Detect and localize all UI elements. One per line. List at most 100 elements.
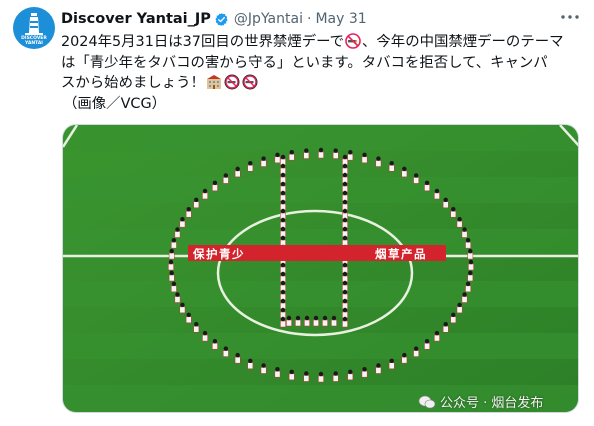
student-figure <box>342 190 348 196</box>
student-figure <box>286 319 292 327</box>
student-figure <box>468 263 474 271</box>
student-figure <box>280 172 286 178</box>
student-figure <box>235 352 240 358</box>
student-figure <box>465 281 471 287</box>
student-figure <box>280 226 286 232</box>
no-smoking-emoji-icon <box>345 33 361 49</box>
student-figure <box>342 208 348 214</box>
student-figure <box>451 207 456 212</box>
student-figure <box>261 363 266 368</box>
student-figure <box>193 201 200 209</box>
student-figure <box>280 154 286 160</box>
watermark: 公众号 · 烟台发布 <box>418 392 543 411</box>
author-avatar[interactable]: DISCOVER YANTAI <box>13 7 55 49</box>
student-figure <box>322 319 328 327</box>
student-figure <box>424 184 430 192</box>
tweet-line-3-text: スから始めましょう！ <box>61 75 205 91</box>
student-figure <box>212 184 218 192</box>
student-figure <box>304 315 310 321</box>
student-figure <box>223 173 229 178</box>
tweet-line-1-cont: 、今年の中国禁煙デーのテーマ <box>362 34 564 50</box>
student-figure <box>186 312 191 317</box>
banner-text-right: 烟草产品 <box>375 247 427 261</box>
football-field-photo <box>63 125 578 412</box>
student-figure <box>424 342 430 350</box>
student-figure <box>280 181 286 187</box>
student-figure <box>168 274 175 282</box>
student-figure <box>332 152 339 159</box>
student-figure <box>375 367 382 374</box>
student-figure <box>171 285 177 293</box>
student-figure <box>202 192 208 200</box>
student-figure <box>342 271 348 277</box>
student-figure <box>280 271 286 277</box>
student-figure <box>465 241 471 249</box>
student-figure <box>193 325 200 333</box>
student-figure <box>342 316 348 322</box>
student-figure <box>288 373 295 381</box>
author-handle[interactable]: @JpYantai <box>234 11 303 27</box>
student-figure <box>468 259 474 265</box>
student-figure <box>451 312 456 317</box>
student-figure <box>202 334 208 342</box>
student-figure <box>303 375 310 382</box>
student-figure <box>202 188 208 194</box>
student-figure <box>168 263 174 271</box>
student-figure <box>443 197 448 202</box>
tweet-line-1: 2024年5月31日は37回目の世界禁煙デーで 、今年の中国禁煙デーのテーマ <box>61 32 581 53</box>
student-figure <box>171 237 177 243</box>
student-figure <box>247 362 254 370</box>
student-figure <box>450 210 457 218</box>
student-figure <box>171 241 177 249</box>
student-figure <box>389 358 394 363</box>
student-figure <box>186 207 191 212</box>
student-figure <box>223 346 229 351</box>
tweet-photo[interactable]: 保护青少 烟草产品 <box>62 124 579 413</box>
student-figure <box>442 201 449 209</box>
student-figure <box>212 342 218 350</box>
student-figure <box>212 180 218 186</box>
author-display-name[interactable]: Discover Yantai_JP <box>61 11 211 27</box>
student-figure <box>280 190 286 196</box>
student-figure <box>342 262 348 268</box>
student-figure <box>212 338 218 344</box>
student-figure <box>280 217 286 223</box>
student-figure <box>313 315 319 321</box>
student-figure <box>280 262 286 268</box>
student-figure <box>434 334 440 342</box>
student-figure <box>286 315 292 321</box>
student-figure <box>235 166 240 172</box>
verified-badge-icon <box>215 12 228 26</box>
student-figure <box>288 153 295 161</box>
student-figure <box>442 325 449 333</box>
student-figure <box>467 252 474 260</box>
no-smoking-emoji-icon <box>242 74 258 90</box>
student-figure <box>467 274 474 282</box>
student-figure <box>362 152 367 158</box>
student-figure <box>169 270 174 276</box>
student-figure <box>333 148 338 153</box>
student-figure <box>261 156 266 161</box>
student-figure <box>168 252 175 260</box>
student-figure <box>434 330 440 336</box>
student-figure <box>313 319 319 327</box>
student-figure <box>342 181 348 187</box>
student-figure <box>424 180 430 186</box>
student-figure <box>179 220 186 228</box>
student-figure <box>280 307 286 313</box>
student-figure <box>248 161 253 166</box>
student-figure <box>388 164 395 172</box>
more-dots-icon <box>561 15 579 19</box>
tweet-date[interactable]: May 31 <box>315 11 366 27</box>
student-figure <box>342 172 348 178</box>
student-figure <box>275 366 280 372</box>
more-options-button[interactable] <box>560 9 580 25</box>
tweet-line-4: （画像／VCG） <box>63 95 166 112</box>
student-figure <box>347 153 354 161</box>
student-figure <box>342 163 348 169</box>
student-figure <box>461 296 468 303</box>
student-figure <box>434 192 440 200</box>
student-figure <box>174 296 181 303</box>
avatar-brand-line2: YANTAI <box>25 41 43 46</box>
student-figure <box>333 371 338 376</box>
